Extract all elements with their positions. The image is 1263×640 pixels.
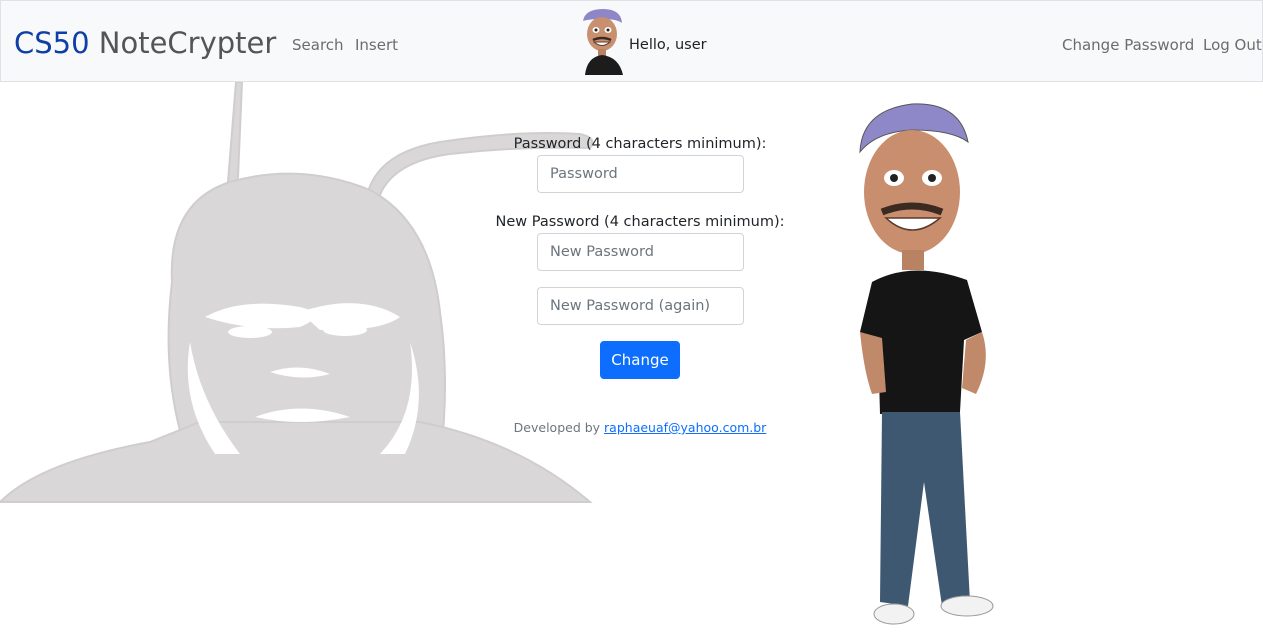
new-password-input[interactable] <box>537 233 744 271</box>
user-greeting: Hello, user <box>629 37 707 53</box>
user-avatar-icon <box>583 9 623 75</box>
brand-cs50: CS50 <box>14 26 90 60</box>
new-password-confirm-input[interactable] <box>537 287 744 325</box>
nav-insert-link[interactable]: Insert <box>355 35 398 55</box>
navbar: CS50 NoteCrypter Search Insert Hello, us… <box>0 0 1263 82</box>
change-password-button[interactable]: Change <box>600 341 680 379</box>
brand-logo-link[interactable]: CS50 NoteCrypter <box>14 25 276 61</box>
brand-notecrypter: NoteCrypter <box>98 26 277 60</box>
password-label: Password (4 characters minimum): <box>513 136 767 152</box>
nav-logout-link[interactable]: Log Out <box>1203 35 1262 55</box>
footer-credit: Developed by raphaeuaf@yahoo.com.br <box>440 419 840 437</box>
nav-change-password-link[interactable]: Change Password <box>1062 35 1194 55</box>
character-illustration <box>859 103 994 625</box>
password-input[interactable] <box>537 155 744 193</box>
new-password-label: New Password (4 characters minimum): <box>495 214 785 230</box>
developer-email-link[interactable]: raphaeuaf@yahoo.com.br <box>604 420 766 435</box>
footer-prefix: Developed by <box>513 420 601 435</box>
nav-search-link[interactable]: Search <box>292 35 344 55</box>
